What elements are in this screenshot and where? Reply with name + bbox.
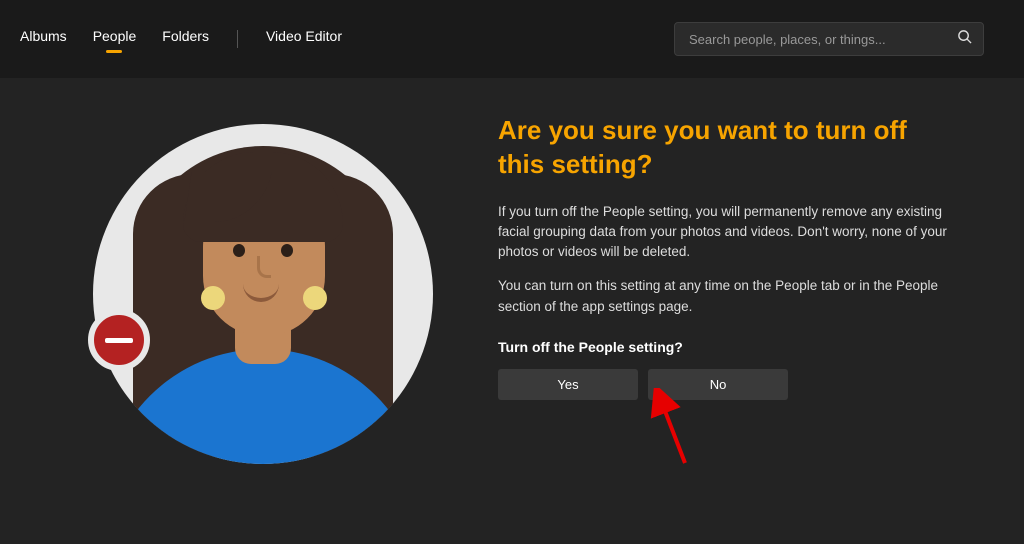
minus-icon: [88, 309, 150, 371]
app-header: Albums People Folders Video Editor: [0, 0, 1024, 78]
nav-separator: [237, 30, 238, 48]
tab-folders[interactable]: Folders: [162, 28, 209, 50]
dialog-paragraph: If you turn off the People setting, you …: [498, 202, 956, 263]
tab-albums[interactable]: Albums: [20, 28, 67, 50]
nav-tabs: Albums People Folders Video Editor: [20, 28, 342, 50]
no-button[interactable]: No: [648, 369, 788, 400]
people-avatar-illustration: [93, 124, 433, 464]
search-box: [674, 22, 984, 56]
dialog-title: Are you sure you want to turn off this s…: [498, 114, 956, 182]
search-icon[interactable]: [957, 29, 972, 49]
dialog-paragraph: You can turn on this setting at any time…: [498, 276, 956, 317]
tab-people[interactable]: People: [93, 28, 137, 50]
search-input[interactable]: [674, 22, 984, 56]
yes-button[interactable]: Yes: [498, 369, 638, 400]
tab-video-editor[interactable]: Video Editor: [266, 28, 342, 50]
confirm-label: Turn off the People setting?: [498, 339, 956, 355]
